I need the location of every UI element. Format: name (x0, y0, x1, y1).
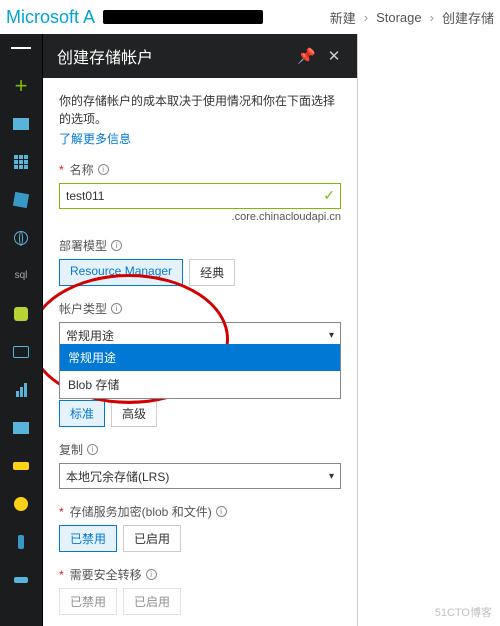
globe-icon[interactable] (11, 228, 31, 248)
info-icon[interactable]: i (98, 164, 109, 175)
kind-select-value: 常规用途 (66, 327, 114, 344)
label-kind: 帐户类型 (59, 300, 107, 317)
label-secure: 需要安全转移 (70, 566, 142, 583)
breadcrumb: 新建 › Storage › 创建存储 (330, 8, 494, 27)
breadcrumb-item[interactable]: 创建存储 (442, 8, 494, 27)
required-star: * (59, 505, 64, 519)
required-star: * (59, 568, 64, 582)
info-icon[interactable]: i (111, 303, 122, 314)
label-name: 名称 (70, 161, 94, 178)
chevron-right-icon: › (430, 10, 434, 25)
field-name: * 名称 i ✓ .core.chinacloudapi.cn (59, 161, 341, 223)
field-deployment-model: 部署模型 i Resource Manager 经典 (59, 237, 341, 286)
key-icon[interactable] (11, 456, 31, 476)
plus-icon[interactable]: + (11, 76, 31, 96)
resource-icon[interactable] (11, 304, 31, 324)
info-icon[interactable]: i (216, 506, 227, 517)
learn-more-link[interactable]: 了解更多信息 (59, 130, 341, 147)
service-icon[interactable] (11, 532, 31, 552)
storage-icon[interactable] (11, 418, 31, 438)
name-input[interactable] (59, 183, 341, 209)
blade-body: 你的存储帐户的成本取决于使用情况和你在下面选择的选项。 了解更多信息 * 名称 i … (43, 78, 357, 626)
chevron-down-icon: ▾ (329, 471, 334, 482)
check-icon: ✓ (323, 187, 335, 204)
service-icon[interactable] (11, 570, 31, 590)
replication-value: 本地冗余存储(LRS) (66, 468, 169, 485)
encryption-option-disabled[interactable]: 已禁用 (59, 525, 117, 552)
field-account-kind: 帐户类型i 常规用途 ▾ 常规用途 Blob 存储 (59, 300, 341, 348)
chevron-down-icon: ▾ (329, 330, 334, 341)
label-replication: 复制 (59, 441, 83, 458)
cube-icon[interactable] (11, 190, 31, 210)
dashboard-icon[interactable] (11, 114, 31, 134)
required-star: * (59, 163, 64, 177)
domain-suffix: .core.chinacloudapi.cn (59, 211, 341, 223)
all-services-icon[interactable] (11, 152, 31, 172)
description-text: 你的存储帐户的成本取决于使用情况和你在下面选择的选项。 (59, 92, 341, 128)
perf-option-standard[interactable]: 标准 (59, 400, 105, 427)
left-nav-rail: + sql (0, 34, 42, 626)
menu-icon[interactable] (11, 38, 31, 58)
pin-icon[interactable]: 📌 (297, 47, 315, 65)
deploy-option-classic[interactable]: 经典 (189, 259, 235, 286)
service-icon[interactable] (11, 494, 31, 514)
encryption-option-enabled[interactable]: 已启用 (123, 525, 181, 552)
breadcrumb-item[interactable]: Storage (376, 10, 422, 25)
create-storage-blade: 创建存储帐户 📌 ✕ 你的存储帐户的成本取决于使用情况和你在下面选择的选项。 了… (42, 34, 358, 626)
deploy-option-arm[interactable]: Resource Manager (59, 259, 183, 286)
info-icon[interactable]: i (146, 569, 157, 580)
kind-dropdown: 常规用途 Blob 存储 (59, 344, 341, 399)
field-replication: 复制 i 本地冗余存储(LRS) ▾ (59, 441, 341, 489)
field-secure-transfer: * 需要安全转移 i 已禁用 已启用 (59, 566, 341, 615)
info-icon[interactable]: i (111, 240, 122, 251)
top-breadcrumb-bar: Microsoft A 新建 › Storage › 创建存储 (0, 0, 500, 34)
perf-option-premium[interactable]: 高级 (111, 400, 157, 427)
kind-option-general[interactable]: 常规用途 (60, 344, 340, 371)
blade-header: 创建存储帐户 📌 ✕ (43, 34, 357, 78)
chevron-right-icon: › (364, 10, 368, 25)
label-deploy: 部署模型 (59, 237, 107, 254)
watermark: 51CTO博客 (435, 607, 492, 620)
brand-text: Microsoft A (6, 7, 95, 28)
secure-option-disabled[interactable]: 已禁用 (59, 588, 117, 615)
breadcrumb-item[interactable]: 新建 (330, 8, 356, 27)
label-encryption: 存储服务加密(blob 和文件) (70, 503, 212, 520)
right-empty-area (358, 34, 500, 626)
chart-icon[interactable] (11, 380, 31, 400)
kind-option-blob[interactable]: Blob 存储 (60, 371, 340, 398)
close-icon[interactable]: ✕ (325, 47, 343, 65)
sql-icon[interactable]: sql (11, 266, 31, 286)
redacted-area (103, 10, 263, 24)
blade-title: 创建存储帐户 (57, 44, 153, 68)
field-performance: 标准 高级 (59, 400, 341, 427)
info-icon[interactable]: i (87, 444, 98, 455)
monitor-icon[interactable] (11, 342, 31, 362)
secure-option-enabled[interactable]: 已启用 (123, 588, 181, 615)
replication-select[interactable]: 本地冗余存储(LRS) ▾ (59, 463, 341, 489)
field-encryption: * 存储服务加密(blob 和文件) i 已禁用 已启用 (59, 503, 341, 552)
